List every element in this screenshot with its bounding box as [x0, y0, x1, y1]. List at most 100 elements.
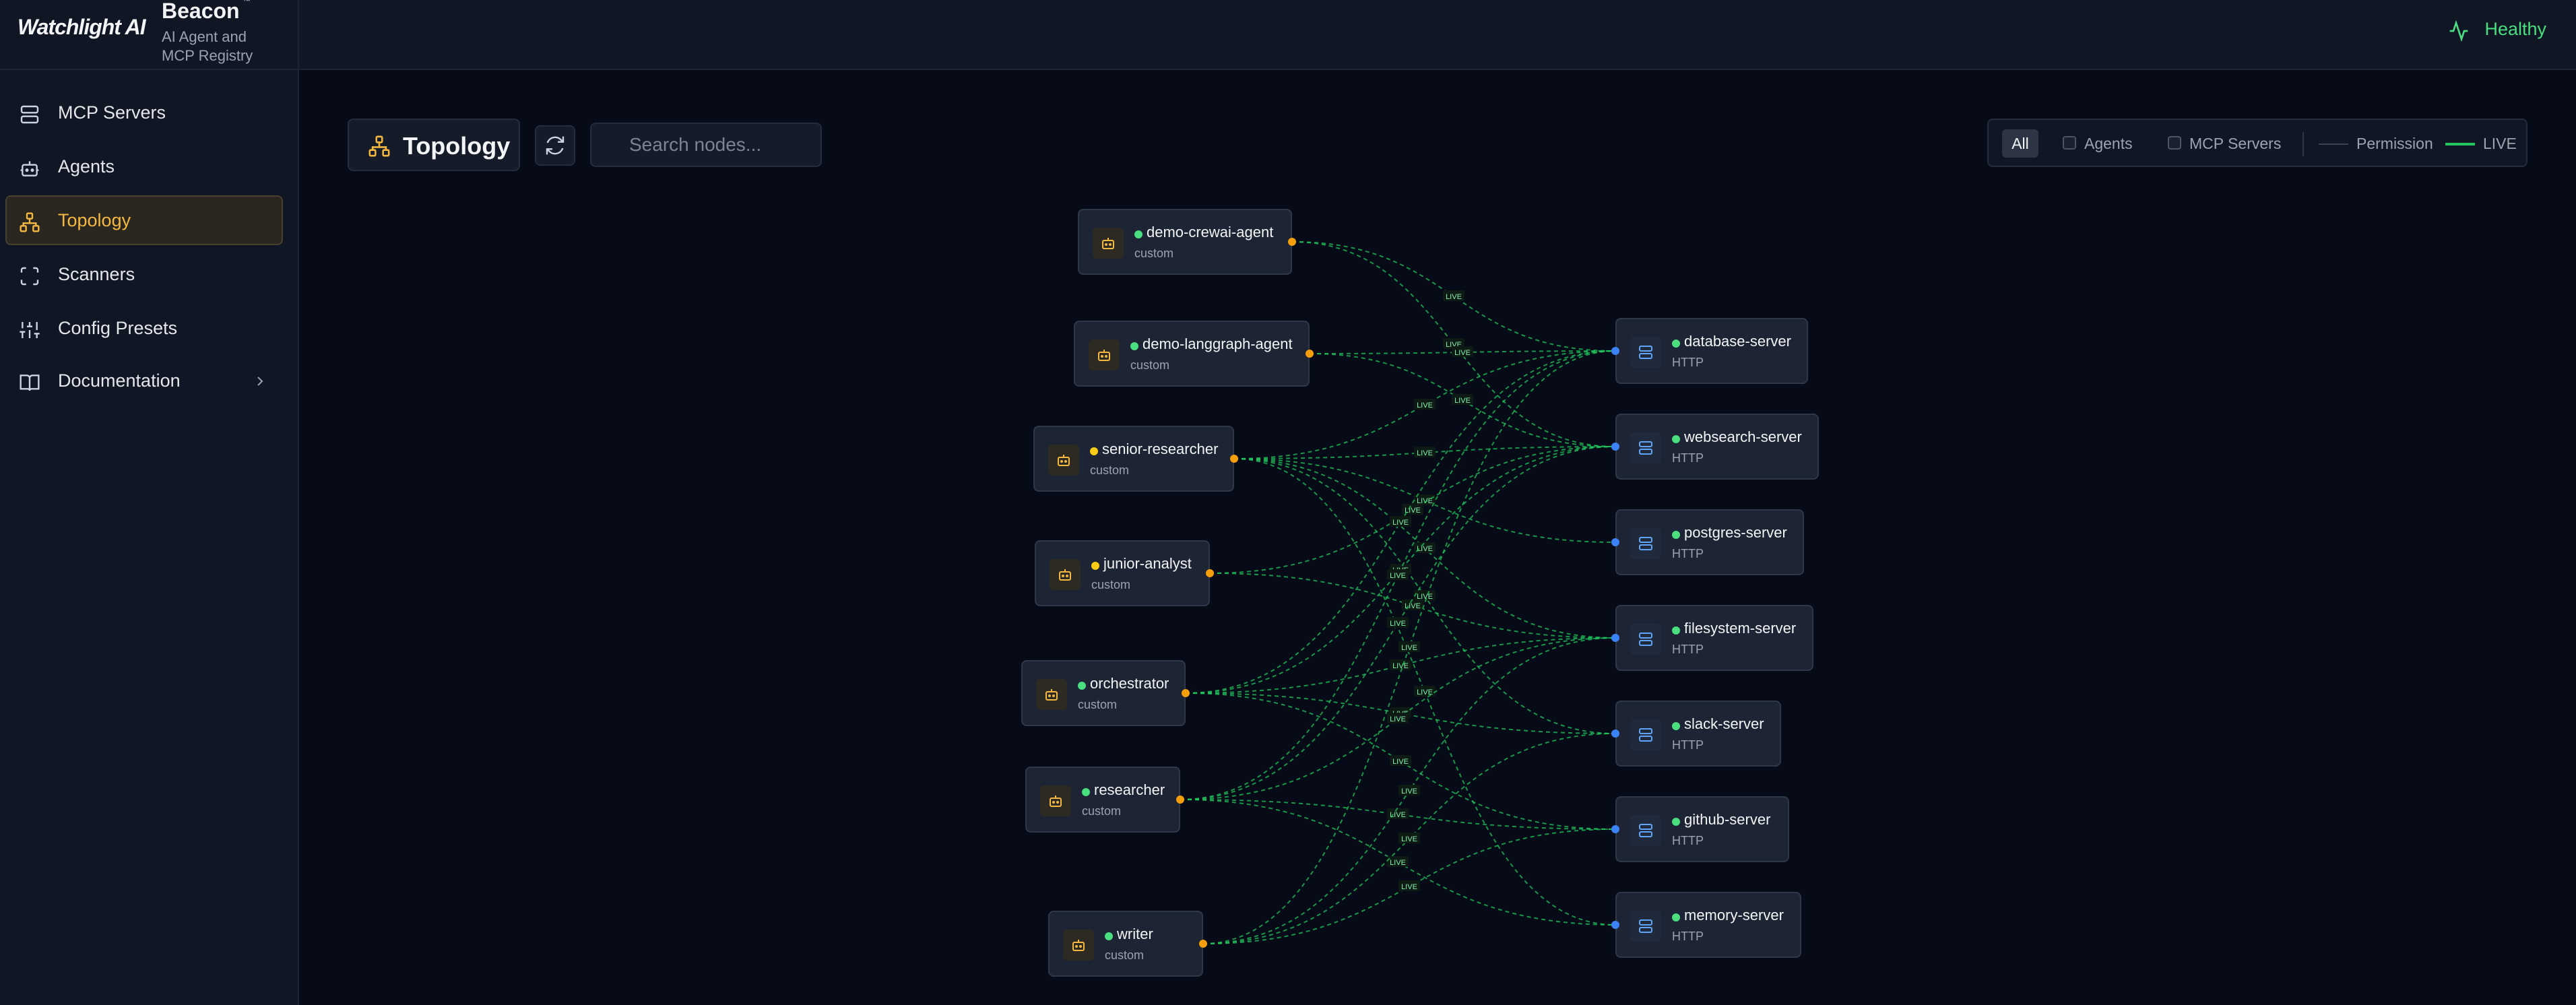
- edge-label-text: LIVE: [1405, 602, 1421, 610]
- server-node[interactable]: websearch-server HTTP: [1615, 414, 1819, 480]
- edge-live-label: LIVE: [1390, 564, 1411, 575]
- filter-all-button[interactable]: All: [2002, 129, 2038, 158]
- agents-checkbox[interactable]: [2063, 136, 2076, 150]
- live-edge[interactable]: [1309, 353, 1616, 447]
- edge-label-text: LIVE: [1417, 545, 1433, 553]
- agent-node[interactable]: demo-langgraph-agent custom: [1074, 321, 1310, 387]
- live-edge[interactable]: [1309, 350, 1616, 354]
- live-edge[interactable]: [1185, 692, 1616, 830]
- agent-node[interactable]: senior-researcher custom: [1033, 426, 1234, 492]
- server-input-port[interactable]: [1611, 347, 1619, 355]
- live-edge[interactable]: [1202, 733, 1616, 944]
- server-input-port[interactable]: [1611, 634, 1619, 642]
- server-node[interactable]: database-server HTTP: [1615, 318, 1808, 384]
- live-edge[interactable]: [1185, 446, 1616, 694]
- agent-node[interactable]: demo-crewai-agent custom: [1078, 209, 1292, 275]
- server-node[interactable]: github-server HTTP: [1615, 796, 1789, 862]
- sidebar-item-agents[interactable]: Agents: [5, 141, 283, 191]
- search-input[interactable]: [590, 123, 822, 167]
- filter-mcp-servers-label[interactable]: MCP Servers: [2189, 135, 2281, 153]
- live-edge[interactable]: [1185, 692, 1616, 734]
- sidebar-item-label: Agents: [58, 156, 115, 176]
- edge-label-text: LIVE: [1390, 859, 1406, 867]
- server-icon: [1630, 719, 1661, 750]
- refresh-button[interactable]: [535, 125, 575, 166]
- node-type: custom: [1105, 948, 1145, 962]
- server-input-port[interactable]: [1611, 730, 1619, 738]
- live-edge[interactable]: [1185, 637, 1616, 694]
- live-edge[interactable]: [1202, 829, 1616, 944]
- live-edge[interactable]: [1291, 241, 1616, 352]
- server-icon: [1630, 624, 1661, 655]
- bot-icon: [1063, 930, 1094, 961]
- agent-output-port[interactable]: [1176, 796, 1184, 804]
- live-edge[interactable]: [1233, 446, 1616, 459]
- node-name: memory-server: [1684, 907, 1784, 923]
- agent-node[interactable]: researcher custom: [1025, 767, 1180, 833]
- agent-node[interactable]: orchestrator custom: [1021, 660, 1186, 726]
- server-node[interactable]: memory-server HTTP: [1615, 892, 1801, 958]
- agent-node[interactable]: writer custom: [1048, 911, 1203, 977]
- logo[interactable]: Watchlight AI: [18, 15, 146, 40]
- status-dot: [1672, 722, 1680, 730]
- server-icon: [1630, 528, 1661, 559]
- node-type: HTTP: [1672, 738, 1704, 752]
- server-input-port[interactable]: [1611, 443, 1619, 451]
- server-input-port[interactable]: [1611, 921, 1619, 929]
- live-edge[interactable]: [1180, 799, 1616, 830]
- live-edge[interactable]: [1209, 573, 1616, 639]
- live-edge[interactable]: [1180, 799, 1616, 926]
- live-edge[interactable]: [1180, 350, 1616, 800]
- live-edge[interactable]: [1233, 458, 1616, 543]
- live-edge[interactable]: [1233, 458, 1616, 639]
- activity-icon: [2449, 20, 2468, 42]
- mcp-servers-checkbox[interactable]: [2168, 136, 2181, 150]
- book-icon: [20, 375, 40, 391]
- edge-live-label: LIVE: [1390, 516, 1411, 527]
- edge-live-label: LIVE: [1398, 880, 1420, 891]
- node-name: senior-researcher: [1102, 441, 1219, 457]
- agent-node[interactable]: junior-analyst custom: [1035, 540, 1210, 606]
- live-edge[interactable]: [1291, 241, 1616, 447]
- server-input-port[interactable]: [1611, 825, 1619, 833]
- live-edge[interactable]: [1180, 446, 1616, 800]
- edge-label-text: LIVE: [1390, 715, 1406, 723]
- refresh-icon: [546, 136, 565, 155]
- live-edge[interactable]: [1202, 350, 1616, 944]
- edge-label-text: LIVE: [1454, 349, 1471, 357]
- status-dot: [1672, 339, 1680, 348]
- live-edge[interactable]: [1233, 458, 1616, 734]
- live-edge[interactable]: [1202, 637, 1616, 944]
- agent-output-port[interactable]: [1199, 940, 1207, 948]
- node-type: HTTP: [1672, 356, 1704, 369]
- agent-output-port[interactable]: [1206, 569, 1214, 577]
- agent-output-port[interactable]: [1306, 350, 1314, 358]
- edge-live-label: LIVE: [1414, 590, 1436, 601]
- trademark-mark: ™: [243, 0, 251, 5]
- app-subtitle-line2: MCP Registry: [162, 47, 253, 64]
- live-edge[interactable]: [1180, 637, 1616, 800]
- node-type: HTTP: [1672, 451, 1704, 465]
- live-edge[interactable]: [1185, 350, 1616, 694]
- node-type: custom: [1134, 247, 1174, 260]
- page-title: Topology: [348, 119, 520, 171]
- chevron-right-icon[interactable]: [252, 373, 268, 389]
- agent-output-port[interactable]: [1288, 238, 1296, 246]
- sidebar-item-scanners[interactable]: Scanners: [5, 249, 283, 299]
- edge-live-label: LIVE: [1390, 755, 1411, 766]
- filter-agents-label[interactable]: Agents: [2084, 135, 2133, 153]
- agent-output-port[interactable]: [1182, 689, 1190, 697]
- server-node[interactable]: filesystem-server HTTP: [1615, 605, 1813, 671]
- sidebar-item-topology[interactable]: Topology: [5, 195, 283, 245]
- sidebar-item-config-presets[interactable]: Config Presets: [5, 303, 283, 353]
- server-node[interactable]: slack-server HTTP: [1615, 701, 1781, 767]
- server-node[interactable]: postgres-server HTTP: [1615, 509, 1804, 575]
- node-type: custom: [1082, 804, 1122, 818]
- agent-output-port[interactable]: [1230, 455, 1238, 463]
- sidebar-item-mcp-servers[interactable]: MCP Servers: [5, 88, 283, 137]
- sidebar-item-documentation[interactable]: Documentation: [5, 356, 283, 406]
- status-dot: [1134, 230, 1142, 238]
- live-edge[interactable]: [1233, 458, 1616, 926]
- server-input-port[interactable]: [1611, 538, 1619, 546]
- live-edge[interactable]: [1209, 446, 1616, 574]
